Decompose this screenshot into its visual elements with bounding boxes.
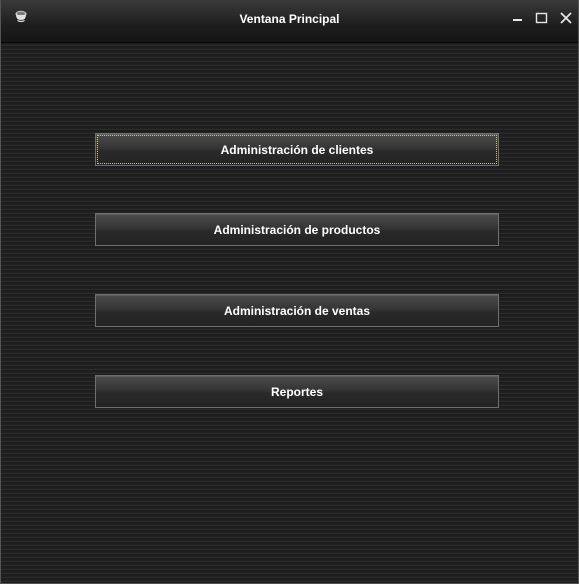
products-admin-button[interactable]: Administración de productos [95,213,499,246]
main-window: Ventana Principal Administración de clie… [0,0,579,584]
window-title: Ventana Principal [239,12,340,26]
sales-admin-button[interactable]: Administración de ventas [95,294,499,327]
close-icon[interactable] [558,10,574,26]
reports-button[interactable]: Reportes [95,375,499,408]
clients-admin-button[interactable]: Administración de clientes [95,133,499,166]
maximize-icon[interactable] [534,10,550,26]
title-bar[interactable]: Ventana Principal [1,0,578,43]
minimize-icon[interactable] [510,10,526,26]
main-content: Administración de clientes Administració… [1,43,578,583]
